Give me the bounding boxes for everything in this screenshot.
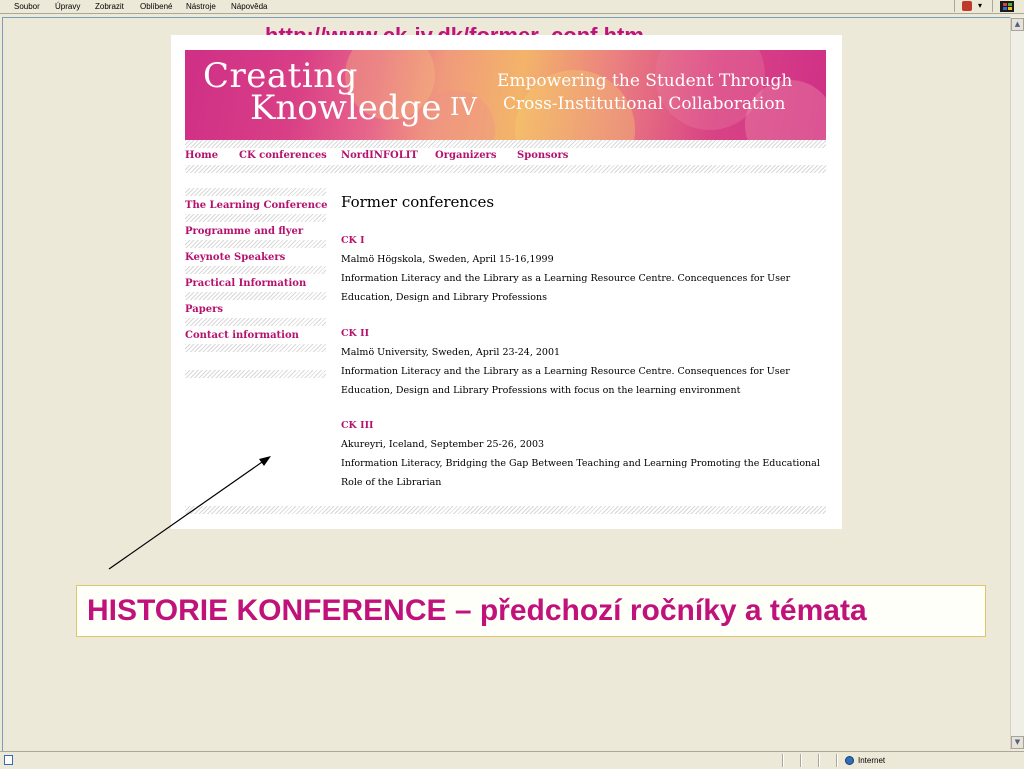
vertical-scrollbar[interactable]: ▲ ▼: [1010, 17, 1024, 750]
menu-soubor[interactable]: Soubor: [14, 2, 40, 11]
divider: [185, 165, 826, 173]
conference-name-ck-i: CK I: [341, 235, 365, 246]
divider: [185, 318, 326, 326]
scroll-up-button[interactable]: ▲: [1011, 18, 1024, 31]
conference-topic: Information Literacy, Bridging the Gap B…: [341, 458, 820, 488]
banner: Creating Knowledge IV Empowering the Stu…: [185, 50, 826, 140]
nav-ck-conferences[interactable]: CK conferences: [239, 150, 327, 161]
toolbar-separator: [992, 0, 993, 12]
nav-sponsors[interactable]: Sponsors: [517, 150, 568, 161]
conference-topic: Information Literacy and the Library as …: [341, 366, 790, 396]
banner-title-knowledge: Knowledge: [250, 88, 442, 128]
status-separator: [836, 754, 838, 767]
status-separator: [800, 754, 802, 767]
conference-topic: Information Literacy and the Library as …: [341, 273, 791, 303]
page-icon: [4, 755, 13, 765]
divider: [185, 266, 326, 274]
divider: [185, 370, 326, 378]
web-page: Creating Knowledge IV Empowering the Stu…: [171, 35, 842, 529]
caption-box: HISTORIE KONFERENCE – předchozí ročníky …: [76, 585, 986, 637]
menu-zobrazit[interactable]: Zobrazit: [95, 2, 124, 11]
divider: [185, 506, 826, 514]
chevron-down-icon[interactable]: ▾: [978, 1, 982, 10]
banner-tagline-2: Cross-Institutional Collaboration: [503, 94, 786, 114]
sidebar-item-contact-information[interactable]: Contact information: [185, 330, 299, 341]
banner-roman-numeral: IV: [450, 93, 477, 121]
windows-logo-icon: [1000, 1, 1014, 12]
divider: [185, 214, 326, 222]
status-separator: [818, 754, 820, 767]
conference-place: Malmö University, Sweden, April 23-24, 2…: [341, 347, 561, 358]
sidebar-item-learning-conference[interactable]: The Learning Conference: [185, 200, 327, 211]
page-title: Former conferences: [341, 193, 495, 211]
conference-name-ck-ii: CK II: [341, 328, 370, 339]
sidebar-item-keynote-speakers[interactable]: Keynote Speakers: [185, 252, 285, 263]
scroll-down-button[interactable]: ▼: [1011, 736, 1024, 749]
divider: [185, 292, 326, 300]
toolbar-separator: [954, 0, 955, 12]
sidebar-item-programme[interactable]: Programme and flyer: [185, 226, 303, 237]
menu-napoveda[interactable]: Nápověda: [231, 2, 267, 11]
banner-tagline-1: Empowering the Student Through: [497, 71, 793, 91]
nav-organizers[interactable]: Organizers: [435, 150, 496, 161]
divider: [185, 188, 326, 196]
caption-text: HISTORIE KONFERENCE – předchozí ročníky …: [87, 594, 867, 627]
sidebar-item-practical-information[interactable]: Practical Information: [185, 278, 306, 289]
conference-name-ck-iii: CK III: [341, 420, 374, 431]
globe-icon: [845, 756, 854, 765]
menu-bar: Soubor Úpravy Zobrazit Oblíbené Nástroje…: [0, 0, 1024, 14]
menu-oblibene[interactable]: Oblíbené: [140, 2, 172, 11]
nav-home[interactable]: Home: [185, 150, 218, 161]
status-separator: [782, 754, 784, 767]
pdf-icon[interactable]: [962, 1, 972, 11]
menu-upravy[interactable]: Úpravy: [55, 2, 80, 11]
conference-place: Malmö Högskola, Sweden, April 15-16,1999: [341, 254, 554, 265]
conference-place: Akureyri, Iceland, September 25-26, 2003: [341, 439, 545, 450]
divider: [185, 140, 826, 148]
nav-nordinfolit[interactable]: NordINFOLIT: [341, 150, 418, 161]
divider: [185, 344, 326, 352]
security-zone-label: Internet: [858, 756, 886, 765]
menu-nastroje[interactable]: Nástroje: [186, 2, 216, 11]
status-bar: Internet: [0, 751, 1024, 769]
sidebar-item-papers[interactable]: Papers: [185, 304, 223, 315]
divider: [185, 240, 326, 248]
